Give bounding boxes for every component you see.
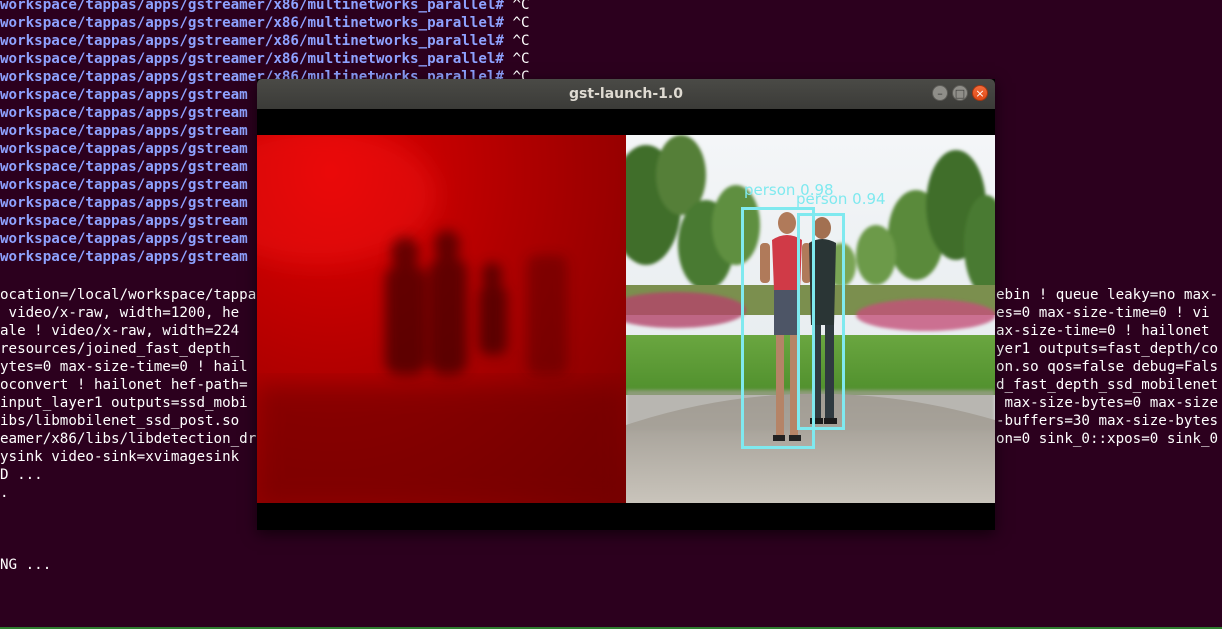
- terminal-prompt-line: workspace/tappas/apps/gstream: [0, 230, 248, 248]
- terminal-prompt-line: workspace/tappas/apps/gstream: [0, 122, 248, 140]
- terminal-output-line: input_layer1 outputs=ssd_mobi: [0, 395, 248, 411]
- command-text: ^C: [503, 51, 530, 67]
- close-button[interactable]: ×: [972, 85, 988, 101]
- terminal-prompt-line: workspace/tappas/apps/gstream: [0, 176, 248, 194]
- prompt-text: workspace/tappas/apps/gstream: [0, 177, 248, 193]
- prompt-text: workspace/tappas/apps/gstream: [0, 87, 248, 103]
- gst-launch-window[interactable]: gst-launch-1.0 – □ × person 0.98 person …: [257, 79, 995, 530]
- terminal-output-line: ebin ! queue leaky=no max-: [996, 287, 1219, 303]
- terminal-output-line: ocation=/local/workspace/tappa: [0, 287, 257, 303]
- terminal-prompt-line: workspace/tappas/apps/gstream: [0, 140, 248, 158]
- prompt-text: workspace/tappas/apps/gstream: [0, 159, 248, 175]
- prompt-text: workspace/tappas/apps/gstream: [0, 249, 248, 265]
- prompt-text: workspace/tappas/apps/gstreamer/x86/mult…: [0, 33, 504, 49]
- terminal-output-line: video/x-raw, width=1200, he: [0, 305, 240, 321]
- detection-box: [797, 213, 845, 430]
- terminal-output-line: ale ! video/x-raw, width=224: [0, 323, 240, 339]
- terminal-prompt-line: workspace/tappas/apps/gstreamer/x86/mult…: [0, 14, 530, 32]
- terminal-prompt-line: workspace/tappas/apps/gstream: [0, 248, 248, 266]
- terminal-prompt-line: workspace/tappas/apps/gstream: [0, 212, 248, 230]
- terminal-output-line: on=0 sink_0::xpos=0 sink_0: [996, 431, 1219, 447]
- terminal-prompt-line: workspace/tappas/apps/gstreamer/x86/mult…: [0, 50, 530, 68]
- terminal-output-line: es=0 max-size-time=0 ! vi: [996, 305, 1210, 321]
- window-titlebar[interactable]: gst-launch-1.0 – □ ×: [257, 79, 995, 109]
- terminal-output-line: eamer/x86/libs/libdetection_dr: [0, 431, 257, 447]
- prompt-text: workspace/tappas/apps/gstream: [0, 105, 248, 121]
- terminal-output-line: ysink video-sink=xvimagesink: [0, 449, 240, 465]
- prompt-text: workspace/tappas/apps/gstream: [0, 231, 248, 247]
- terminal-prompt-line: workspace/tappas/apps/gstream: [0, 194, 248, 212]
- depth-map-view: [257, 135, 626, 503]
- minimize-button[interactable]: –: [932, 85, 948, 101]
- command-text: ^C: [503, 15, 530, 31]
- maximize-button[interactable]: □: [952, 85, 968, 101]
- detection-view: person 0.98 person 0.94: [626, 135, 995, 503]
- prompt-text: workspace/tappas/apps/gstreamer/x86/mult…: [0, 51, 504, 67]
- prompt-text: workspace/tappas/apps/gstream: [0, 213, 248, 229]
- prompt-text: workspace/tappas/apps/gstream: [0, 141, 248, 157]
- prompt-text: workspace/tappas/apps/gstream: [0, 123, 248, 139]
- terminal-output-line: max-size-bytes=0 max-size: [996, 395, 1219, 411]
- terminal-output-line: on.so qos=false debug=Fals: [996, 359, 1219, 375]
- detection-label: person 0.94: [796, 190, 886, 208]
- terminal-prompt-line: workspace/tappas/apps/gstream: [0, 158, 248, 176]
- terminal-prompt-line: workspace/tappas/apps/gstreamer/x86/mult…: [0, 0, 530, 14]
- video-output: person 0.98 person 0.94: [257, 135, 995, 503]
- terminal-output-line: resources/joined_fast_depth_: [0, 341, 240, 357]
- terminal-output-line: NG ...: [0, 557, 52, 573]
- prompt-text: workspace/tappas/apps/gstreamer/x86/mult…: [0, 15, 504, 31]
- terminal-output-line: d_fast_depth_ssd_mobilenet: [996, 377, 1219, 393]
- terminal-prompt-line: workspace/tappas/apps/gstream: [0, 86, 248, 104]
- terminal-output-line: D ...: [0, 467, 43, 483]
- command-text: ^C: [503, 0, 530, 13]
- prompt-text: workspace/tappas/apps/gstreamer/x86/mult…: [0, 0, 504, 13]
- terminal-output-line: ibs/libmobilenet_ssd_post.so: [0, 413, 248, 429]
- terminal-output-line: .: [0, 485, 9, 501]
- prompt-text: workspace/tappas/apps/gstream: [0, 195, 248, 211]
- terminal-output-line: oconvert ! hailonet hef-path=: [0, 377, 248, 393]
- command-text: ^C: [503, 33, 530, 49]
- window-title: gst-launch-1.0: [569, 86, 683, 102]
- terminal-output-line: -buffers=30 max-size-bytes: [996, 413, 1219, 429]
- terminal-prompt-line: workspace/tappas/apps/gstreamer/x86/mult…: [0, 32, 530, 50]
- terminal-output-line: ytes=0 max-size-time=0 ! hail: [0, 359, 248, 375]
- terminal-output-line: yer1 outputs=fast_depth/co: [996, 341, 1219, 357]
- terminal-output-line: ax-size-time=0 ! hailonet: [996, 323, 1210, 339]
- depth-silhouettes: [257, 135, 626, 503]
- terminal-prompt-line: workspace/tappas/apps/gstream: [0, 104, 248, 122]
